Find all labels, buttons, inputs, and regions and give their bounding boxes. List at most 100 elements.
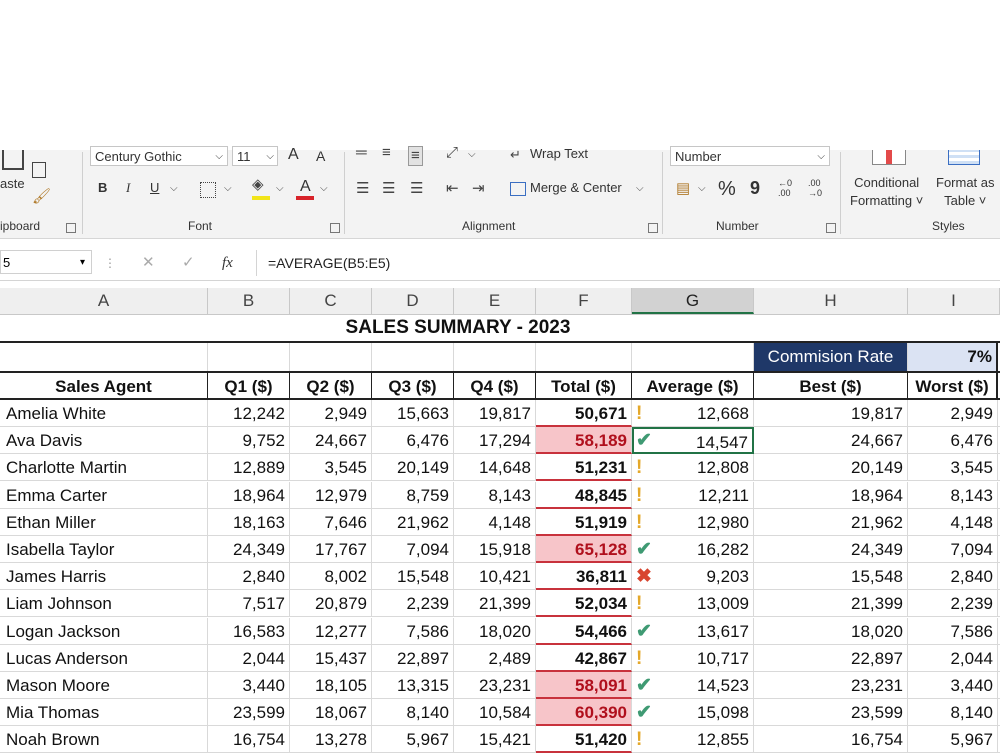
q3-cell[interactable]: 20,149 [372, 454, 454, 482]
column-header-c[interactable]: C [290, 288, 372, 314]
bottom-align-icon[interactable]: ≡ [408, 146, 423, 166]
worst-cell[interactable]: 2,840 [908, 563, 998, 591]
total-cell[interactable]: 51,420 [536, 726, 632, 753]
format-as-table-button[interactable]: Format as Table ˅ [936, 174, 995, 210]
total-cell[interactable]: 51,919 [536, 508, 632, 536]
worst-cell[interactable]: 7,094 [908, 536, 998, 563]
q1-cell[interactable]: 9,752 [208, 427, 290, 455]
agent-name-cell[interactable]: Mia Thomas [0, 699, 208, 727]
q1-cell[interactable]: 16,754 [208, 726, 290, 753]
chevron-down-icon[interactable]: ⌵ [276, 180, 284, 198]
q3-cell[interactable]: 21,962 [372, 508, 454, 536]
column-header-i[interactable]: I [908, 288, 1000, 314]
q3-cell[interactable]: 15,548 [372, 563, 454, 591]
font-color-button[interactable]: A [300, 178, 311, 196]
worst-cell[interactable]: 4,148 [908, 508, 998, 536]
wrap-text-icon[interactable]: ↵ [510, 146, 521, 164]
best-cell[interactable]: 19,817 [754, 400, 908, 427]
total-cell[interactable]: 58,189 [536, 427, 632, 455]
total-cell[interactable]: 36,811 [536, 563, 632, 591]
q2-cell[interactable]: 3,545 [290, 454, 372, 482]
total-cell[interactable]: 58,091 [536, 672, 632, 699]
format-as-table-icon[interactable] [948, 150, 980, 165]
best-cell[interactable]: 15,548 [754, 563, 908, 591]
worst-cell[interactable]: 3,440 [908, 672, 998, 699]
q1-cell[interactable]: 18,163 [208, 508, 290, 536]
accounting-format-icon[interactable]: ▤ [676, 180, 690, 198]
average-cell[interactable]: 13,009 [632, 590, 754, 618]
number-format-dropdown[interactable]: Number ⌵ [670, 146, 830, 166]
best-cell[interactable]: 21,399 [754, 590, 908, 618]
q4-cell[interactable]: 21,399 [454, 590, 536, 618]
q3-cell[interactable]: 5,967 [372, 726, 454, 753]
cell[interactable] [632, 343, 754, 371]
best-cell[interactable]: 20,149 [754, 454, 908, 482]
q4-cell[interactable]: 2,489 [454, 644, 536, 672]
q1-cell[interactable]: 16,583 [208, 617, 290, 645]
agent-name-cell[interactable]: Ethan Miller [0, 508, 208, 536]
q4-cell[interactable]: 19,817 [454, 400, 536, 427]
chevron-down-icon[interactable]: ⌵ [698, 180, 706, 198]
total-cell[interactable]: 52,034 [536, 590, 632, 618]
font-name-dropdown[interactable]: Century Gothic ⌵ [90, 146, 228, 166]
q3-cell[interactable]: 8,140 [372, 699, 454, 727]
column-header-e[interactable]: E [454, 288, 536, 314]
worst-cell[interactable]: 8,140 [908, 699, 998, 727]
q4-cell[interactable]: 8,143 [454, 481, 536, 509]
total-cell[interactable]: 51,231 [536, 454, 632, 482]
q3-cell[interactable]: 7,094 [372, 536, 454, 563]
agent-name-cell[interactable]: Ava Davis [0, 427, 208, 455]
merge-center-icon[interactable] [510, 182, 526, 196]
insert-function-button[interactable]: fx [222, 255, 233, 272]
total-cell[interactable]: 65,128 [536, 536, 632, 563]
agent-name-cell[interactable]: Charlotte Martin [0, 454, 208, 482]
q1-cell[interactable]: 24,349 [208, 536, 290, 563]
column-header-a[interactable]: A [0, 288, 208, 314]
best-cell[interactable]: 18,964 [754, 481, 908, 509]
paste-button-label[interactable]: aste [0, 176, 25, 191]
font-size-dropdown[interactable]: 11 ⌵ [232, 146, 278, 166]
number-launcher-icon[interactable] [826, 223, 836, 233]
chevron-down-icon[interactable]: ⌵ [636, 180, 644, 198]
best-cell[interactable]: 23,231 [754, 672, 908, 699]
worst-cell[interactable]: 8,143 [908, 481, 998, 509]
q3-cell[interactable]: 6,476 [372, 427, 454, 455]
q4-cell[interactable]: 10,421 [454, 563, 536, 591]
conditional-formatting-icon[interactable] [872, 150, 906, 165]
best-cell[interactable]: 18,020 [754, 617, 908, 645]
average-cell[interactable]: 10,717 [632, 644, 754, 672]
q1-cell[interactable]: 23,599 [208, 699, 290, 727]
conditional-formatting-button[interactable]: Conditional Formatting ˅ [850, 174, 923, 210]
total-cell[interactable]: 54,466 [536, 617, 632, 645]
q4-cell[interactable]: 15,918 [454, 536, 536, 563]
font-launcher-icon[interactable] [330, 223, 340, 233]
q2-cell[interactable]: 20,879 [290, 590, 372, 618]
percent-style-button[interactable]: % [718, 178, 736, 201]
q4-cell[interactable]: 18,020 [454, 617, 536, 645]
cell[interactable] [0, 343, 208, 371]
q3-cell[interactable]: 8,759 [372, 481, 454, 509]
shrink-font-button[interactable]: A [316, 148, 325, 164]
worst-cell[interactable]: 2,949 [908, 400, 998, 427]
agent-name-cell[interactable]: Isabella Taylor [0, 536, 208, 563]
column-header-d[interactable]: D [372, 288, 454, 314]
best-cell[interactable]: 24,667 [754, 427, 908, 455]
worst-cell[interactable]: 6,476 [908, 427, 998, 455]
column-heading[interactable]: Sales Agent [0, 373, 208, 400]
column-heading[interactable]: Worst ($) [908, 373, 998, 400]
best-cell[interactable]: 16,754 [754, 726, 908, 753]
wrap-text-button[interactable]: Wrap Text [530, 146, 588, 161]
best-cell[interactable]: 22,897 [754, 644, 908, 672]
clipboard-launcher-icon[interactable] [66, 223, 76, 233]
column-heading[interactable]: Best ($) [754, 373, 908, 400]
best-cell[interactable]: 24,349 [754, 536, 908, 563]
underline-button[interactable]: U [150, 180, 159, 195]
q3-cell[interactable]: 2,239 [372, 590, 454, 618]
worst-cell[interactable]: 2,044 [908, 644, 998, 672]
column-header-h[interactable]: H [754, 288, 908, 314]
decrease-indent-icon[interactable]: ⇤ [446, 180, 459, 198]
name-box[interactable]: 5 ▾ [0, 250, 92, 274]
q4-cell[interactable]: 14,648 [454, 454, 536, 482]
worst-cell[interactable]: 2,239 [908, 590, 998, 618]
average-cell[interactable]: 12,855 [632, 726, 754, 753]
